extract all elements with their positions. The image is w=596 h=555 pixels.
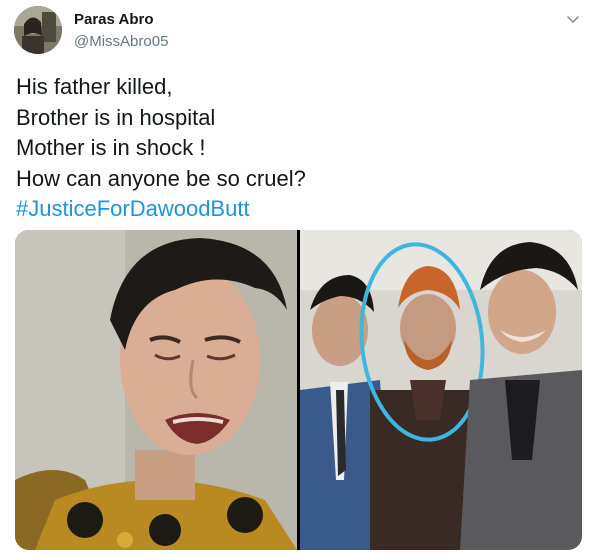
photo-group[interactable] bbox=[300, 230, 582, 550]
photo-crying-man[interactable] bbox=[15, 230, 297, 550]
hashtag-link[interactable]: #JusticeForDawoodButt bbox=[16, 194, 576, 225]
tweet: Paras Abro @MissAbro05 His father killed… bbox=[0, 0, 596, 555]
tweet-text: His father killed, Brother is in hospita… bbox=[16, 72, 576, 225]
user-handle[interactable]: @MissAbro05 bbox=[74, 32, 168, 52]
tweet-media bbox=[15, 230, 582, 550]
avatar[interactable] bbox=[14, 6, 62, 54]
tweet-text-line: How can anyone be so cruel? bbox=[16, 165, 306, 191]
tweet-text-line: Brother is in hospital bbox=[16, 104, 216, 130]
tweet-text-line: His father killed, bbox=[16, 74, 173, 99]
chevron-down-icon[interactable] bbox=[564, 10, 582, 28]
display-name[interactable]: Paras Abro bbox=[74, 10, 168, 30]
author-block: Paras Abro @MissAbro05 bbox=[74, 10, 168, 52]
tweet-text-line: Mother is in shock ! bbox=[16, 135, 206, 160]
